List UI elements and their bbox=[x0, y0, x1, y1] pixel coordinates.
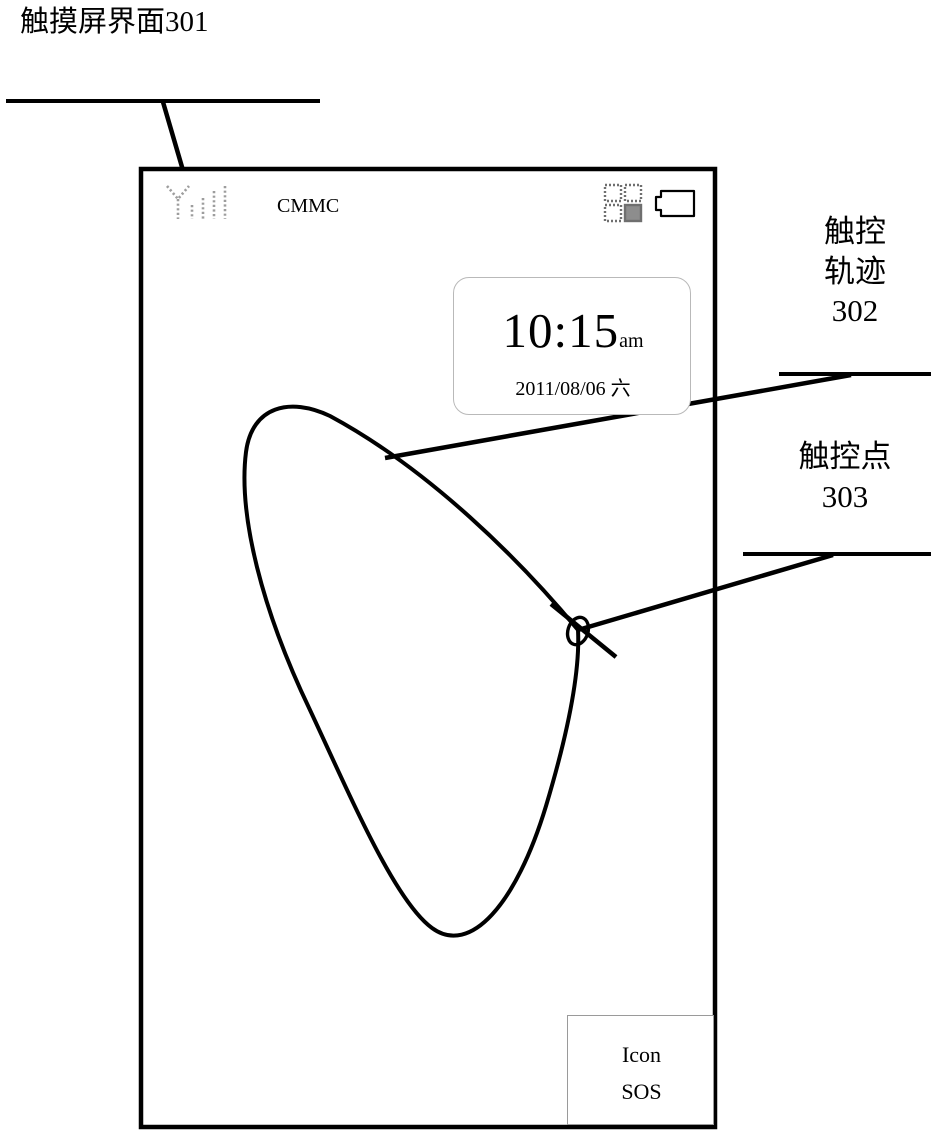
status-bar-carrier: CMMC bbox=[277, 195, 340, 217]
clock-ampm-label: am bbox=[619, 330, 644, 352]
clock-date-value: 2011/08/06 六 bbox=[515, 378, 631, 400]
callout-302-label: 302触控 轨迹 302 bbox=[780, 212, 930, 331]
callout-303-text: 触控点 303 bbox=[798, 439, 892, 514]
callout-302-text: 触控 轨迹 302 bbox=[824, 214, 886, 329]
clock-time-value: 10:15 bbox=[502, 303, 620, 358]
clock-widget[interactable]: 10:15am 2011/08/06 六 bbox=[453, 277, 691, 415]
patent-figure bbox=[6, 99, 931, 1130]
sos-icon-name: SOS bbox=[621, 1079, 662, 1104]
clock-time-row: 10:15am bbox=[454, 302, 692, 359]
callout-303-label: 触控点 303 bbox=[755, 437, 935, 516]
sos-icon-box[interactable]: Icon SOS bbox=[567, 1015, 714, 1125]
callout-301-label: 触摸屏界面301 bbox=[20, 6, 209, 38]
sos-icon-label: Icon bbox=[621, 1042, 662, 1067]
